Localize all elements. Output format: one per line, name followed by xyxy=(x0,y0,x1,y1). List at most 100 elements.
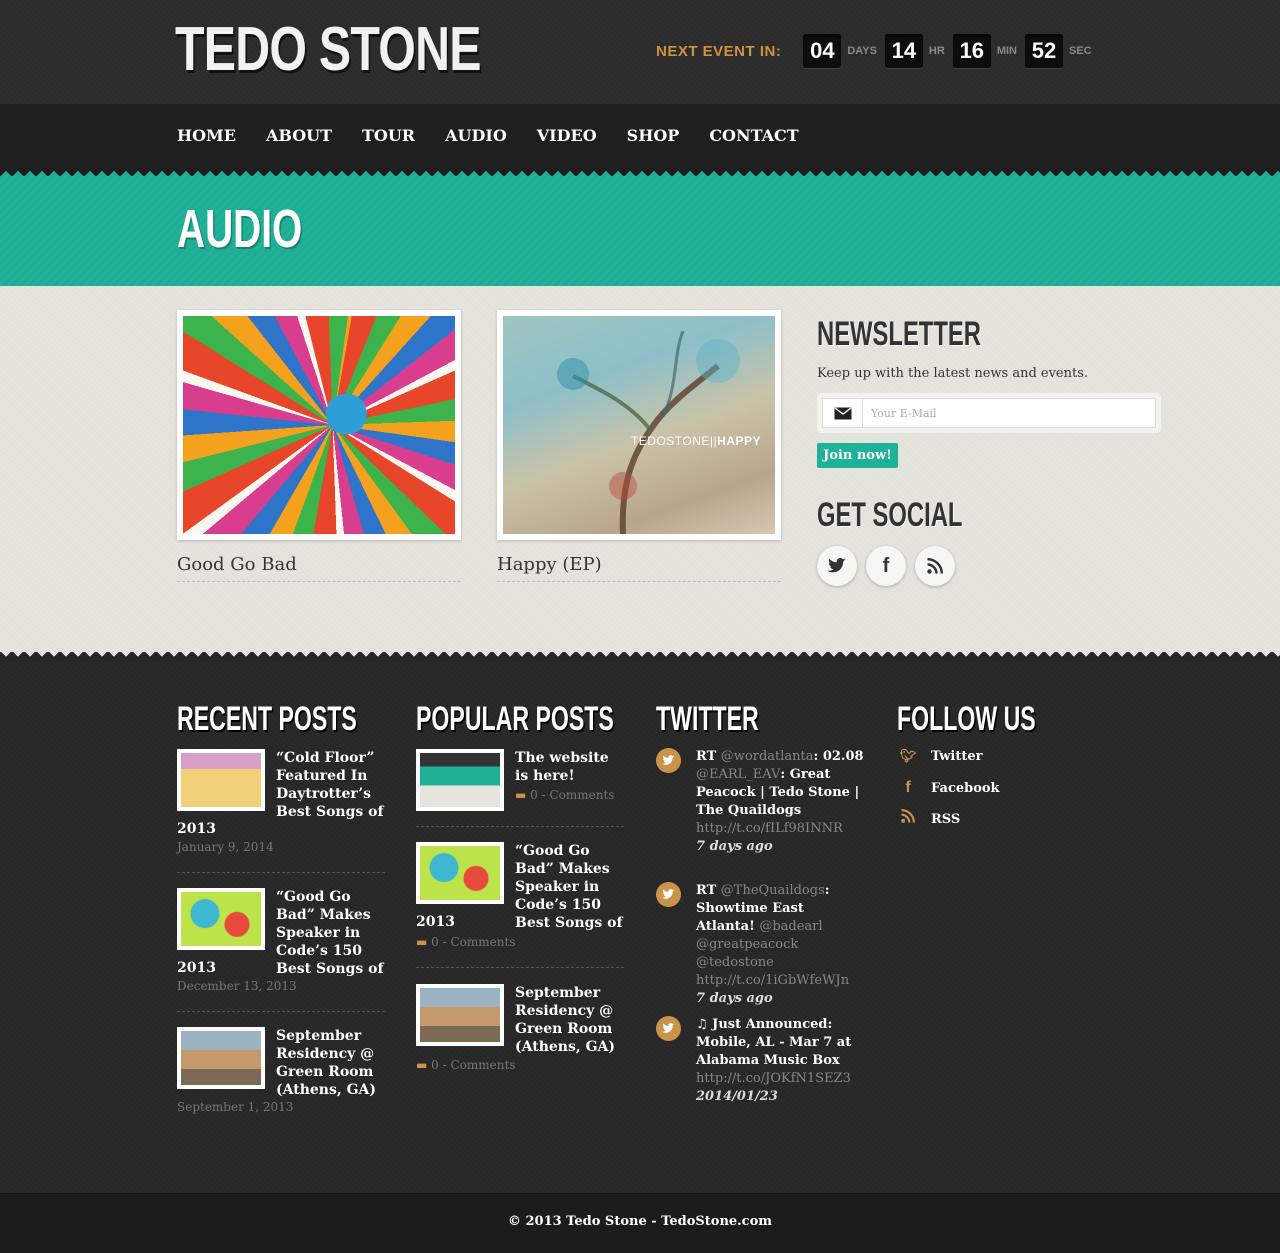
site-logo[interactable]: TEDO STONE xyxy=(175,14,481,85)
email-placeholder[interactable]: Your E-Mail xyxy=(871,407,937,420)
nav-shop[interactable]: SHOP xyxy=(627,126,680,145)
twitter-bird-icon xyxy=(656,748,681,773)
tweet-mention[interactable]: @wordatlanta xyxy=(721,749,814,764)
bottom-bar: © 2013 Tedo Stone - TedoStone.com xyxy=(0,1193,1280,1253)
album-cover-happy-ep[interactable]: TEDOSTONE||HAPPY xyxy=(503,316,775,534)
nav-tour[interactable]: TOUR xyxy=(362,126,415,145)
divider xyxy=(416,967,624,968)
tweet-link[interactable]: http://t.co/JOKfN1SEZ3 xyxy=(696,1071,851,1086)
countdown-hours: 14 xyxy=(884,34,923,68)
album-cover-good-go-bad[interactable] xyxy=(183,316,455,534)
nav-about[interactable]: ABOUT xyxy=(266,126,332,145)
countdown-minutes: 16 xyxy=(952,34,991,68)
nav-video[interactable]: VIDEO xyxy=(537,126,597,145)
envelope-icon xyxy=(823,399,863,427)
divider xyxy=(177,1011,385,1012)
countdown-seconds-unit: SEC xyxy=(1068,45,1092,57)
comment-icon: ▬ xyxy=(515,788,527,802)
tweet-link[interactable]: http://t.co/1iGbWfeWJn xyxy=(696,973,849,988)
tweet-link[interactable]: http://t.co/fILf98INNR xyxy=(696,821,843,836)
recent-posts-section: RECENT POSTS xyxy=(177,700,441,739)
post-title[interactable]: “Cold Floor” Featured In Daytrotter’s Be… xyxy=(276,749,384,821)
social-title: GET SOCIAL xyxy=(817,496,963,534)
countdown-label: NEXT EVENT IN: xyxy=(656,42,782,60)
divider xyxy=(416,826,624,827)
tweet-time[interactable]: 7 days ago xyxy=(696,839,773,854)
album-card[interactable]: TEDOSTONE||HAPPY Happy (EP) xyxy=(497,310,781,582)
copyright: © 2013 Tedo Stone - TedoStone.com xyxy=(507,1214,773,1229)
zigzag-divider xyxy=(0,652,1280,662)
rss-icon xyxy=(897,809,919,827)
post-date: September 1, 2013 xyxy=(177,1100,294,1114)
main-nav: HOME ABOUT TOUR AUDIO VIDEO SHOP CONTACT xyxy=(0,104,1280,168)
follow-us-title: FOLLOW US xyxy=(897,700,1036,738)
countdown-seconds: 52 xyxy=(1024,34,1063,68)
join-newsletter-button[interactable]: Join now! xyxy=(817,443,898,468)
album-cover-frame[interactable]: TEDOSTONE||HAPPY xyxy=(497,310,781,540)
page-title: AUDIO xyxy=(177,199,303,259)
post-title[interactable]: “Good Go Bad” Makes Speaker in Code’s 15… xyxy=(276,888,384,978)
twitter-bird-icon xyxy=(656,1016,681,1041)
album-card[interactable]: Good Go Bad xyxy=(177,310,461,582)
countdown-minutes-unit: MIN xyxy=(996,45,1017,57)
comments-link[interactable]: ▬ 0 - Comments xyxy=(416,1058,515,1072)
tweet-time[interactable]: 7 days ago xyxy=(696,991,773,1006)
post-title-cont[interactable]: 2013 xyxy=(416,914,455,930)
album-cover-frame[interactable] xyxy=(177,310,461,540)
newsletter-description: Keep up with the latest news and events. xyxy=(817,366,1089,381)
divider xyxy=(177,872,385,873)
tweet-text: RT @TheQuaildogs: Showtime East Atlanta!… xyxy=(696,883,850,1006)
post-thumbnail[interactable] xyxy=(177,749,265,811)
comments-link[interactable]: ▬ 0 - Comments xyxy=(416,935,515,949)
twitter-bird-icon xyxy=(656,882,681,907)
countdown-days-unit: DAYS xyxy=(847,45,877,57)
post-title-cont[interactable]: 2013 xyxy=(177,960,216,976)
popular-posts-title: POPULAR POSTS xyxy=(416,700,614,738)
post-thumbnail[interactable] xyxy=(177,888,265,950)
tweet-mention[interactable]: @TheQuaildogs xyxy=(721,883,825,898)
facebook-icon: f xyxy=(905,779,911,796)
post-thumbnail[interactable] xyxy=(177,1027,265,1089)
zigzag-divider xyxy=(0,166,1280,176)
post-thumbnail[interactable] xyxy=(416,842,504,904)
follow-us-section: FOLLOW US xyxy=(897,700,1101,739)
tweet-mention[interactable]: @EARL_EAV xyxy=(696,767,780,782)
comment-icon: ▬ xyxy=(416,935,428,949)
post-thumbnail[interactable] xyxy=(416,749,504,811)
post-title-cont[interactable]: 2013 xyxy=(177,821,216,837)
post-title[interactable]: September Residency @ Green Room (Athens… xyxy=(515,984,623,1056)
post-date: January 9, 2014 xyxy=(177,840,274,854)
tree-illustration xyxy=(557,330,740,534)
tweet-text: RT @wordatlanta: 02.08 @EARL_EAV: Great … xyxy=(696,749,864,854)
twitter-title: TWITTER xyxy=(656,700,759,738)
follow-facebook-link[interactable]: f Facebook xyxy=(897,779,999,797)
header: TEDO STONE NEXT EVENT IN: 04 DAYS 14 HR … xyxy=(0,0,1280,104)
album-cover-text: TEDOSTONE||HAPPY xyxy=(630,434,761,448)
newsletter-title: NEWSLETTER xyxy=(817,315,981,353)
follow-twitter-link[interactable]: 🐦︎ Twitter xyxy=(897,749,983,764)
nav-contact[interactable]: CONTACT xyxy=(709,126,798,145)
post-date: December 13, 2013 xyxy=(177,979,297,993)
album-title[interactable]: Good Go Bad xyxy=(177,554,461,582)
recent-posts-title: RECENT POSTS xyxy=(177,700,357,738)
twitter-section: TWITTER xyxy=(656,700,807,739)
post-thumbnail[interactable] xyxy=(416,984,504,1046)
post-title[interactable]: September Residency @ Green Room (Athens… xyxy=(276,1027,384,1099)
twitter-icon[interactable] xyxy=(817,546,857,586)
newsletter-form: Your E-Mail xyxy=(817,393,1161,433)
follow-rss-link[interactable]: RSS xyxy=(897,809,960,827)
twitter-icon: 🐦︎ xyxy=(899,749,917,764)
tweet-text: ♫ Just Announced: Mobile, AL - Mar 7 at … xyxy=(696,1017,852,1104)
post-title[interactable]: “Good Go Bad” Makes Speaker in Code’s 15… xyxy=(515,842,623,932)
email-field[interactable]: Your E-Mail xyxy=(822,398,1156,428)
nav-audio[interactable]: AUDIO xyxy=(445,126,507,145)
comments-link[interactable]: ▬ 0 - Comments xyxy=(515,788,614,802)
countdown-days: 04 xyxy=(803,34,842,68)
rss-icon[interactable] xyxy=(915,546,955,586)
nav-home[interactable]: HOME xyxy=(177,126,236,145)
tweet-time[interactable]: 2014/01/23 xyxy=(696,1089,778,1104)
post-title[interactable]: The website is here! xyxy=(515,749,623,785)
event-countdown: NEXT EVENT IN: 04 DAYS 14 HR 16 MIN 52 S… xyxy=(656,34,1100,68)
facebook-icon[interactable]: f xyxy=(866,546,906,586)
album-title[interactable]: Happy (EP) xyxy=(497,554,781,582)
